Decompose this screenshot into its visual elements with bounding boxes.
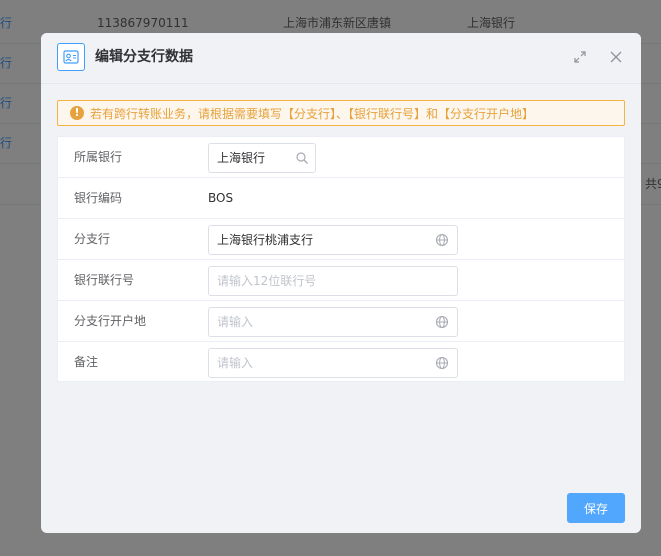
remark-input[interactable]: 请输入 [208, 348, 458, 378]
alert-text: 若有跨行转账业务，请根据需要填写【分支行】、【银行联行号】和【分支行开户地】 [90, 106, 535, 121]
form-label: 银行编码 [74, 191, 123, 205]
bank-select-input[interactable]: 上海银行 [208, 143, 316, 173]
warning-icon: ! [70, 106, 84, 120]
info-alert: ! 若有跨行转账业务，请根据需要填写【分支行】、【银行联行号】和【分支行开户地】 [57, 100, 625, 126]
form-label: 所属银行 [74, 150, 123, 164]
form-row-remark: 备注 请输入 [58, 342, 624, 383]
bank-number-input[interactable]: 请输入12位联行号 [208, 266, 458, 296]
save-button[interactable]: 保存 [567, 493, 625, 523]
form-row-bank-code: 银行编码 BOS [58, 178, 624, 219]
form-row-bank-number: 银行联行号 请输入12位联行号 [58, 260, 624, 301]
close-icon[interactable] [609, 50, 623, 64]
edit-branch-dialog: 编辑分支行数据 ! 若有跨行转账业务，请根据需要填写【分支行】、【银行联行号】和… [41, 33, 641, 533]
branch-input[interactable]: 上海银行桃浦支行 [208, 225, 458, 255]
form-label: 备注 [74, 355, 99, 369]
globe-icon[interactable] [435, 233, 449, 247]
globe-icon[interactable] [435, 356, 449, 370]
branch-form: 所属银行 上海银行 银行编码 BOS 分支行 上海银行桃浦支行 银行联行号 请输… [57, 136, 625, 382]
branch-input-value: 上海银行桃浦支行 [217, 233, 314, 247]
bank-number-placeholder: 请输入12位联行号 [217, 274, 317, 288]
dialog-header: 编辑分支行数据 [41, 33, 641, 84]
form-label: 分支行开户地 [74, 314, 147, 328]
search-icon[interactable] [295, 151, 309, 165]
expand-icon[interactable] [573, 50, 587, 64]
remark-placeholder: 请输入 [217, 356, 254, 370]
globe-icon[interactable] [435, 315, 449, 329]
id-card-icon [57, 43, 85, 71]
branch-location-placeholder: 请输入 [217, 315, 254, 329]
form-row-bank: 所属银行 上海银行 [58, 137, 624, 178]
bank-input-value: 上海银行 [217, 151, 266, 165]
form-row-branch: 分支行 上海银行桃浦支行 [58, 219, 624, 260]
form-row-branch-location: 分支行开户地 请输入 [58, 301, 624, 342]
bank-code-value: BOS [208, 191, 234, 205]
dialog-title: 编辑分支行数据 [95, 49, 193, 65]
branch-location-input[interactable]: 请输入 [208, 307, 458, 337]
form-label: 分支行 [74, 232, 111, 246]
form-label: 银行联行号 [74, 273, 135, 287]
